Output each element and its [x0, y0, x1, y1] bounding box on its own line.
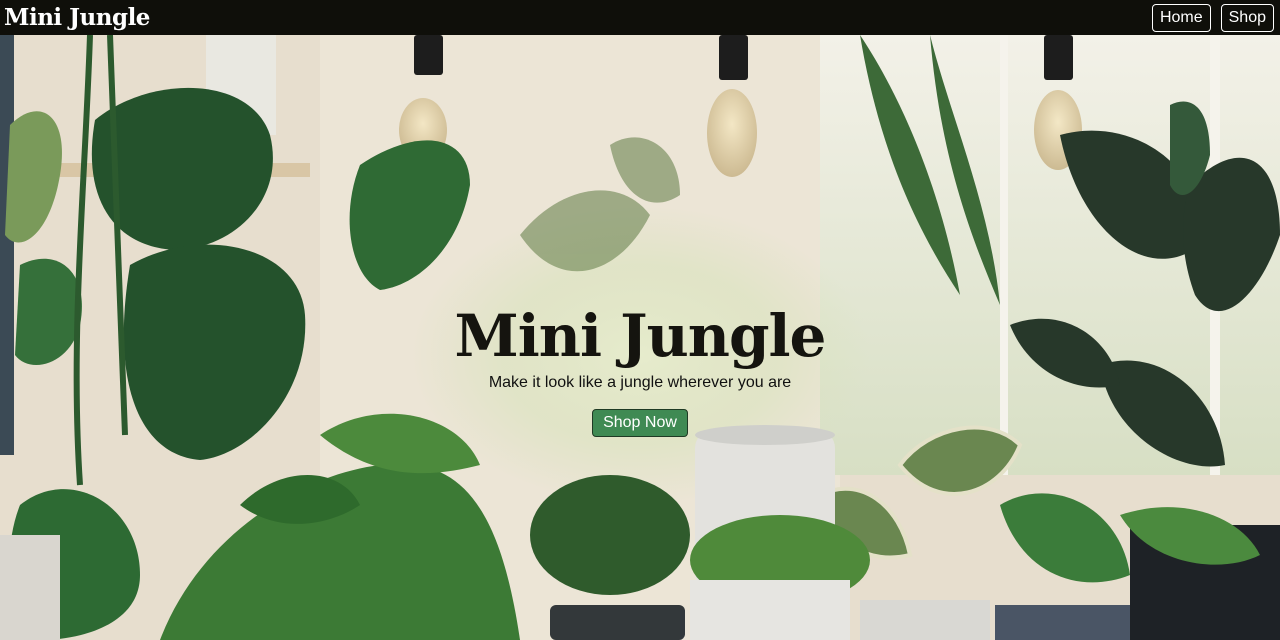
nav-links: Home Shop — [1151, 3, 1274, 32]
top-navbar: Mini Jungle Home Shop — [0, 0, 1280, 35]
hero-subtitle: Make it look like a jungle wherever you … — [488, 374, 792, 391]
hero-title: Mini Jungle — [454, 302, 827, 370]
nav-home-link[interactable]: Home — [1151, 3, 1211, 32]
hero-content: Mini Jungle Make it look like a jungle w… — [0, 300, 1280, 437]
brand-logo-text[interactable]: Mini Jungle — [4, 4, 150, 31]
shop-now-button[interactable]: Shop Now — [592, 409, 688, 437]
nav-shop-link[interactable]: Shop — [1220, 3, 1274, 32]
hero-section: Mini Jungle Make it look like a jungle w… — [0, 35, 1280, 640]
